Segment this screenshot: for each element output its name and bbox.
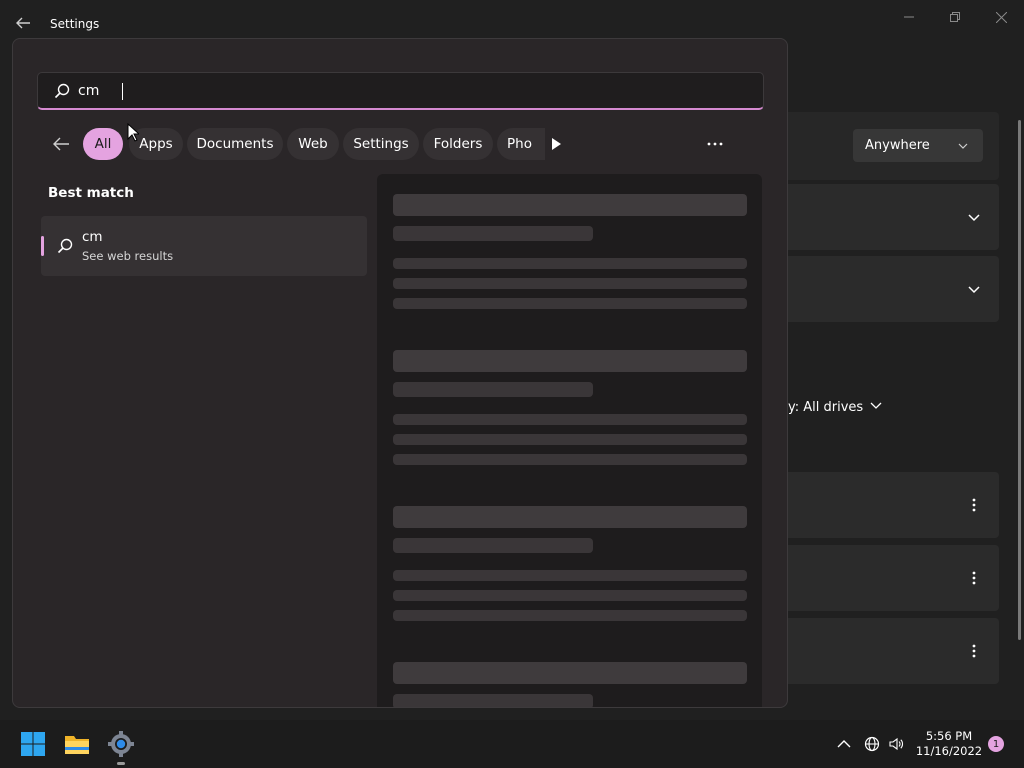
skeleton-line [393,298,747,309]
skeleton-line [393,590,747,601]
filter-chip-documents[interactable]: Documents [187,128,283,160]
best-match-heading: Best match [48,185,134,201]
scrollbar[interactable] [1018,120,1021,640]
drives-filter-label: y: All drives [788,399,864,415]
scope-dropdown[interactable]: Anywhere [853,129,983,162]
taskbar: 5:56 PM 11/16/2022 1 [0,720,1024,768]
skeleton-block [393,350,747,372]
back-arrow-icon[interactable] [51,134,71,154]
search-icon [57,238,73,254]
settings-gear-icon[interactable] [107,730,135,758]
skeleton-line [393,414,747,425]
close-button[interactable] [978,6,1024,28]
skeleton-block [393,382,593,397]
result-title: cm [82,229,103,245]
skeleton-block [393,662,747,684]
mouse-cursor-icon [127,122,141,142]
file-explorer-icon[interactable] [63,730,91,758]
app-title: Settings [50,17,100,31]
filter-chip-web[interactable]: Web [287,128,339,160]
skeleton-block [393,194,747,216]
selection-indicator [41,236,44,256]
volume-icon[interactable] [888,736,904,752]
chevron-down-icon[interactable] [966,209,982,225]
chevron-down-icon [957,140,969,152]
skeleton-line [393,570,747,581]
skeleton-block [393,538,593,553]
search-input[interactable] [78,79,738,103]
text-caret [122,83,123,100]
filter-chip-settings[interactable]: Settings [343,128,419,160]
best-match-result[interactable]: cm See web results [41,216,367,276]
skeleton-line [393,434,747,445]
search-icon [54,83,70,99]
filter-chip-all[interactable]: All [83,128,123,160]
filter-bar: All Apps Documents Web Settings Folders … [49,128,749,160]
skeleton-line [393,610,747,621]
drives-filter-dropdown[interactable]: y: All drives [788,398,883,416]
filter-chip-photos[interactable]: Pho [497,128,545,160]
notification-badge[interactable]: 1 [988,736,1004,752]
preview-pane-loading [377,174,762,707]
skeleton-line [393,258,747,269]
skeleton-line [393,454,747,465]
back-arrow-icon[interactable] [14,14,32,32]
minimize-button[interactable] [886,6,932,28]
more-options-icon[interactable] [966,570,982,586]
scroll-right-icon[interactable] [549,136,563,152]
filter-chip-folders[interactable]: Folders [423,128,493,160]
chevron-down-icon[interactable] [966,281,982,297]
windows-start-icon[interactable] [19,730,47,758]
more-options-icon[interactable] [966,643,982,659]
skeleton-block [393,506,747,528]
restore-button[interactable] [932,6,978,28]
skeleton-line [393,278,747,289]
more-options-icon[interactable] [966,497,982,513]
search-box[interactable] [37,72,764,110]
result-subtitle: See web results [82,249,174,263]
clock[interactable]: 5:56 PM 11/16/2022 [914,729,984,759]
scope-dropdown-label: Anywhere [865,138,930,153]
skeleton-block [393,694,593,707]
more-icon[interactable] [705,136,725,152]
clock-time: 5:56 PM [925,729,973,743]
network-globe-icon[interactable] [864,736,880,752]
running-indicator [117,762,125,765]
chevron-down-icon [869,398,883,416]
clock-date: 11/16/2022 [915,744,983,758]
skeleton-block [393,226,593,241]
chevron-up-icon[interactable] [836,736,852,752]
title-bar: Settings [0,0,1024,40]
